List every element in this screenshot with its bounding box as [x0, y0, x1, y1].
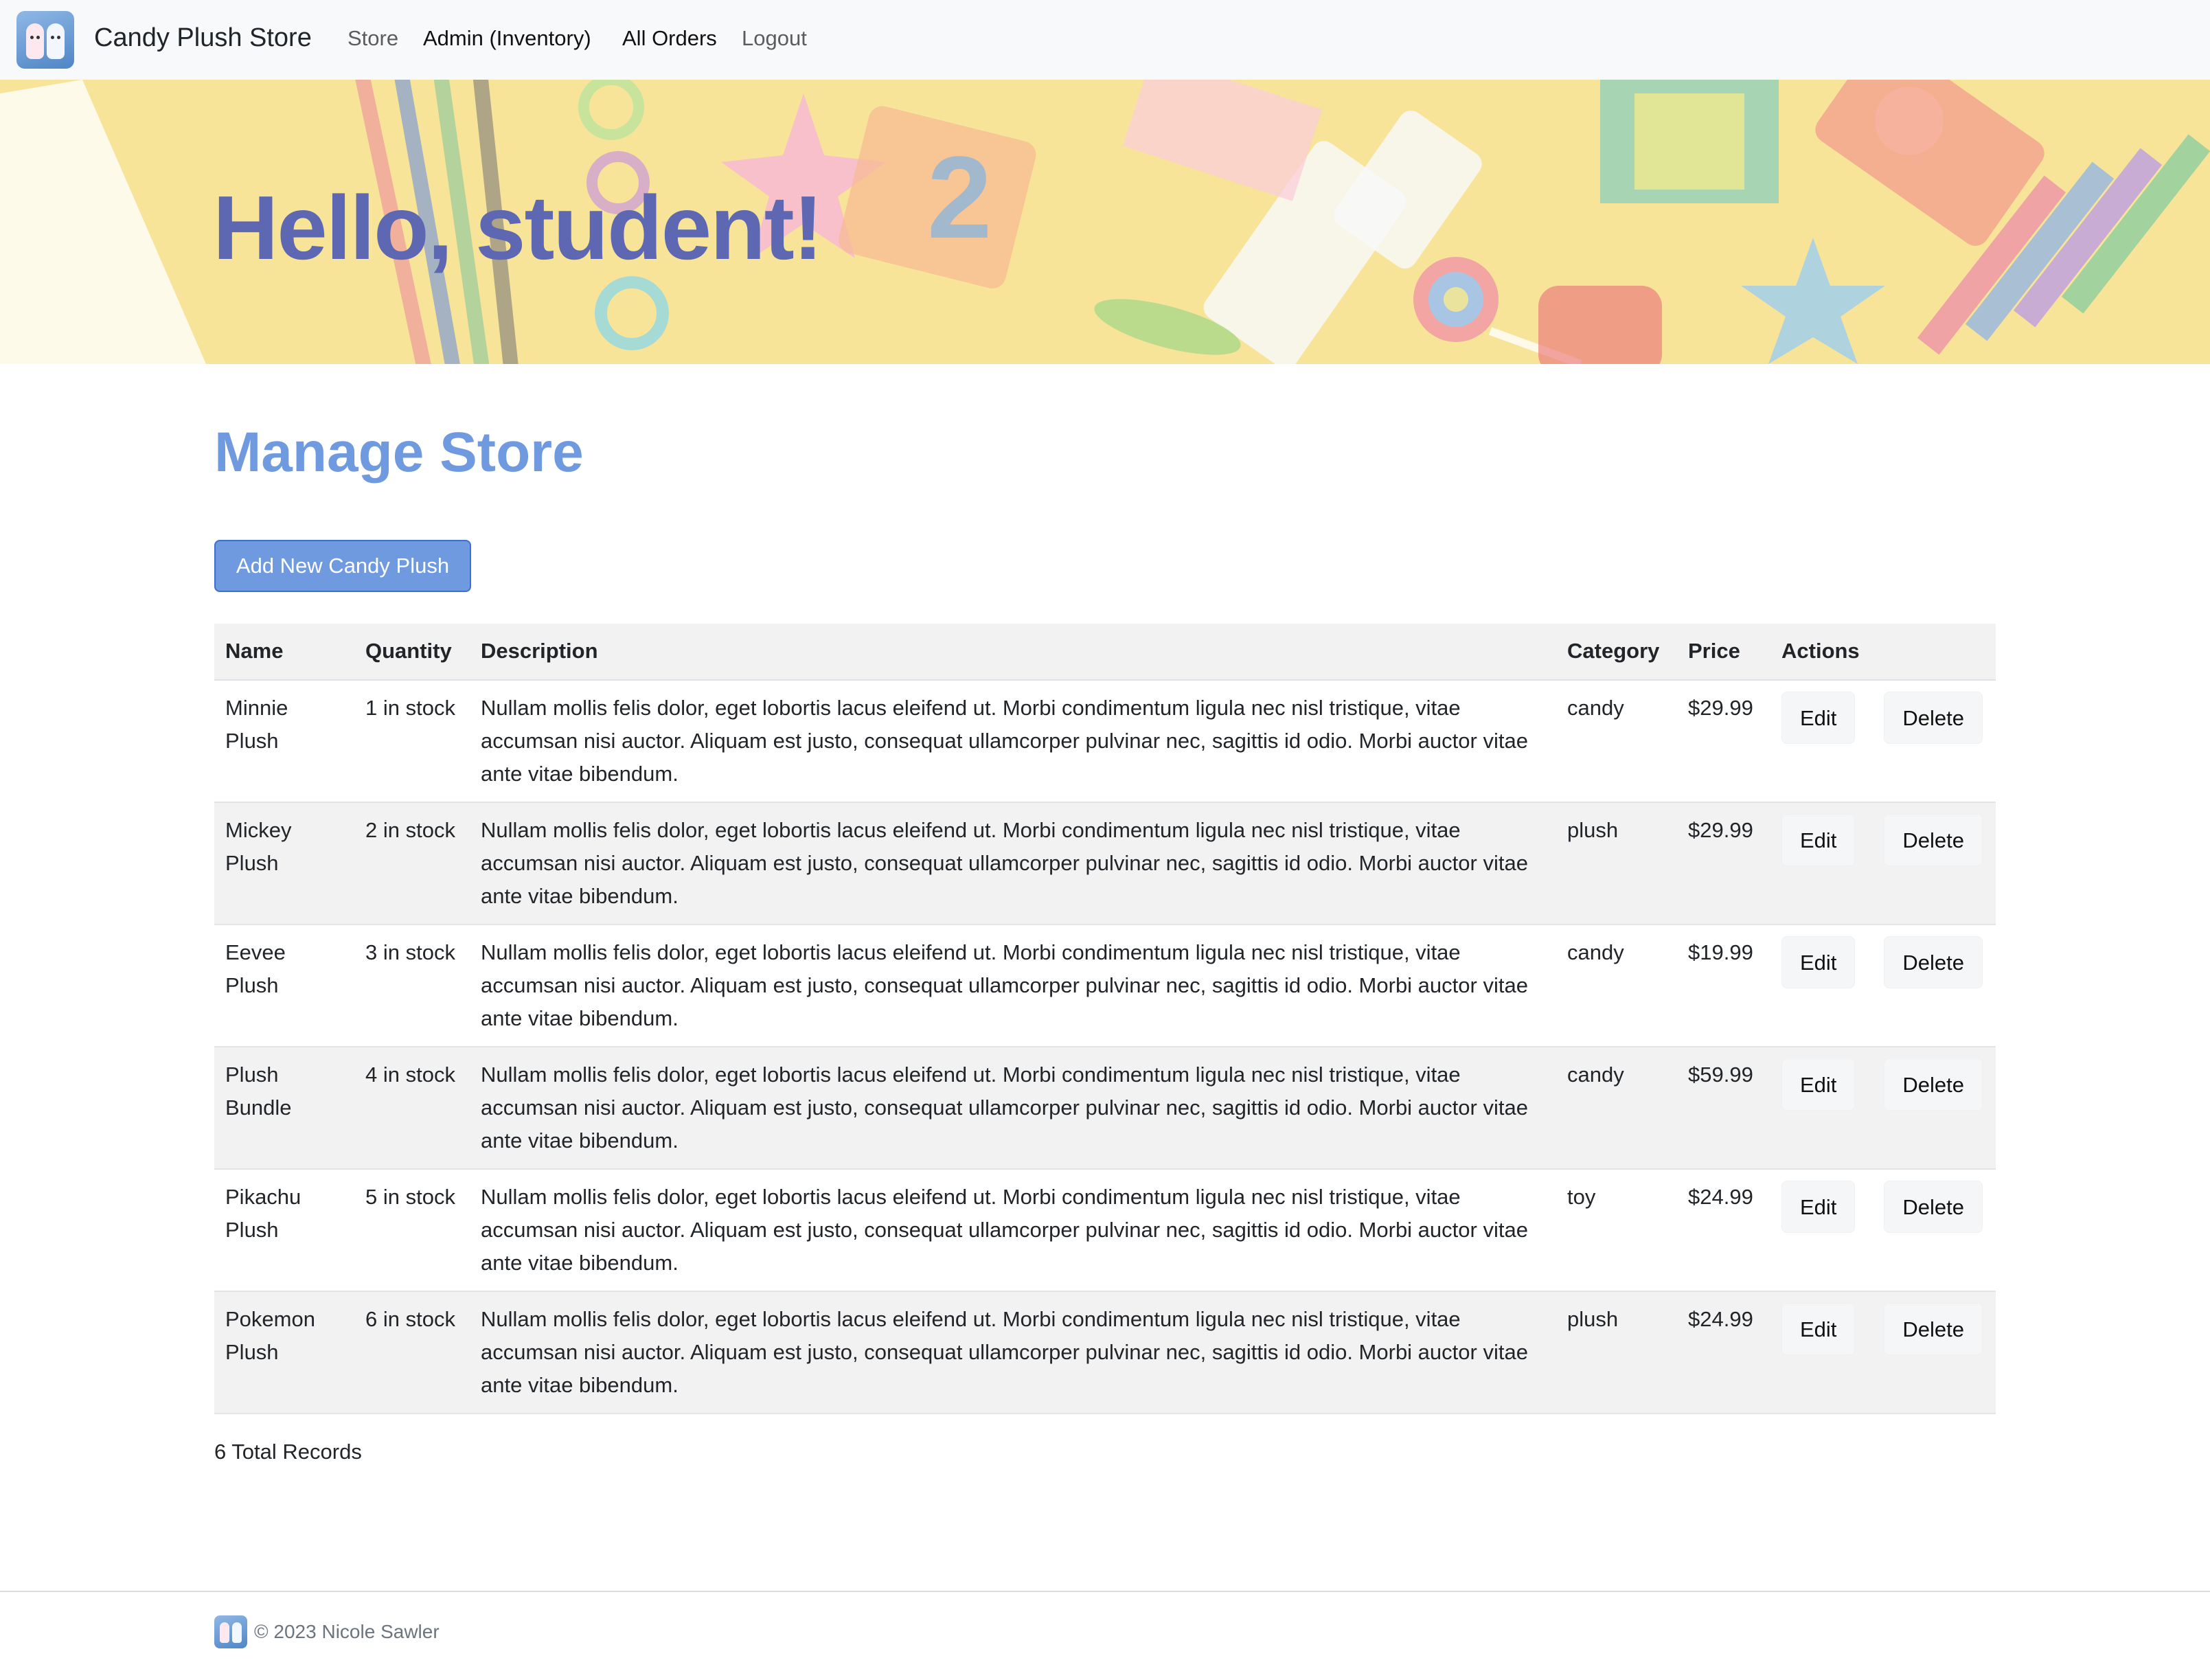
cell-description: Nullam mollis felis dolor, eget lobortis…	[481, 940, 1528, 1030]
cell-category: candy	[1556, 1047, 1677, 1169]
cell-name: Pokemon Plush	[214, 1291, 354, 1414]
table-row: Plush Bundle 4 in stock Nullam mollis fe…	[214, 1047, 1996, 1169]
cell-quantity: 2 in stock	[354, 802, 470, 924]
cell-name: Eevee Plush	[225, 940, 286, 997]
cell-price: $29.99	[1677, 802, 1770, 924]
cell-name: Mickey Plush	[214, 802, 354, 924]
delete-button[interactable]: Delete	[1884, 1181, 1983, 1233]
header-category: Category	[1556, 624, 1677, 681]
footer-logo-icon	[214, 1615, 247, 1648]
cell-quantity: 5 in stock	[365, 1185, 455, 1209]
edit-button[interactable]: Edit	[1781, 814, 1856, 866]
cell-actions: Edit Delete	[1770, 680, 1996, 802]
cell-category: plush	[1556, 802, 1677, 924]
header-description: Description	[470, 624, 1556, 681]
edit-button[interactable]: Edit	[1781, 692, 1856, 744]
footer-copyright: © 2023 Nicole Sawler	[254, 1621, 440, 1642]
brand-logo-icon[interactable]	[16, 11, 74, 69]
delete-button[interactable]: Delete	[1884, 936, 1983, 988]
delete-button[interactable]: Delete	[1884, 814, 1983, 866]
cell-category: plush	[1556, 1291, 1677, 1414]
table-row: Mickey Plush 2 in stock Nullam mollis fe…	[214, 802, 1996, 924]
edit-button[interactable]: Edit	[1781, 936, 1856, 988]
cell-actions: Edit Delete	[1770, 1291, 1996, 1414]
header-quantity: Quantity	[354, 624, 470, 681]
cell-quantity: 6 in stock	[354, 1291, 470, 1414]
table-row: Eevee Plush 3 in stock Nullam mollis fel…	[214, 924, 1996, 1047]
table-row: Minnie Plush 1 in stock Nullam mollis fe…	[214, 680, 1996, 802]
delete-button[interactable]: Delete	[1884, 692, 1983, 744]
edit-button[interactable]: Edit	[1781, 1303, 1856, 1355]
cell-description: Nullam mollis felis dolor, eget lobortis…	[481, 696, 1528, 786]
cell-actions: Edit Delete	[1770, 1047, 1996, 1169]
navbar: Candy Plush Store Store Admin (Inventory…	[0, 0, 2210, 80]
cell-category: candy	[1567, 696, 1624, 720]
inventory-table: Name Quantity Description Category Price…	[214, 624, 1996, 1414]
cell-quantity: 1 in stock	[365, 696, 455, 720]
cell-description: Nullam mollis felis dolor, eget lobortis…	[481, 1185, 1528, 1275]
edit-button[interactable]: Edit	[1781, 1181, 1856, 1233]
nav-link-admin-inventory[interactable]: Admin (Inventory)	[423, 26, 591, 51]
cell-price: $29.99	[1688, 696, 1753, 720]
header-actions: Actions	[1770, 624, 1996, 681]
hero-title: Hello, student!	[213, 177, 823, 278]
edit-button[interactable]: Edit	[1781, 1058, 1856, 1111]
cell-actions: Edit Delete	[1770, 1169, 1996, 1291]
nav-link-logout[interactable]: Logout	[742, 26, 807, 51]
total-records: 6 Total Records	[214, 1440, 362, 1464]
header-name: Name	[214, 624, 354, 681]
cell-category: candy	[1567, 940, 1624, 964]
page-title: Manage Store	[214, 421, 584, 484]
cell-name: Minnie Plush	[225, 696, 288, 753]
header-price: Price	[1677, 624, 1770, 681]
nav-link-all-orders[interactable]: All Orders	[622, 26, 717, 51]
cell-quantity: 3 in stock	[365, 940, 455, 964]
cell-name: Pikachu Plush	[225, 1185, 301, 1242]
cell-price: $24.99	[1677, 1291, 1770, 1414]
cell-actions: Edit Delete	[1770, 802, 1996, 924]
table-row: Pokemon Plush 6 in stock Nullam mollis f…	[214, 1291, 1996, 1414]
table-header-row: Name Quantity Description Category Price…	[214, 624, 1996, 681]
cell-description: Nullam mollis felis dolor, eget lobortis…	[470, 1291, 1556, 1414]
cell-price: $24.99	[1688, 1185, 1753, 1209]
brand-name[interactable]: Candy Plush Store	[94, 23, 312, 53]
nav-link-store[interactable]: Store	[348, 26, 398, 51]
delete-button[interactable]: Delete	[1884, 1303, 1983, 1355]
cell-quantity: 4 in stock	[354, 1047, 470, 1169]
delete-button[interactable]: Delete	[1884, 1058, 1983, 1111]
cell-category: toy	[1567, 1185, 1596, 1209]
cell-actions: Edit Delete	[1770, 924, 1996, 1047]
cell-description: Nullam mollis felis dolor, eget lobortis…	[470, 1047, 1556, 1169]
cell-price: $19.99	[1688, 940, 1753, 964]
add-new-candy-plush-button[interactable]: Add New Candy Plush	[214, 540, 471, 592]
cell-name: Plush Bundle	[214, 1047, 354, 1169]
cell-description: Nullam mollis felis dolor, eget lobortis…	[470, 802, 1556, 924]
table-row: Pikachu Plush 5 in stock Nullam mollis f…	[214, 1169, 1996, 1291]
cell-price: $59.99	[1677, 1047, 1770, 1169]
footer-divider	[0, 1591, 2210, 1592]
hero-banner: 2 Hello, student!	[0, 80, 2210, 364]
